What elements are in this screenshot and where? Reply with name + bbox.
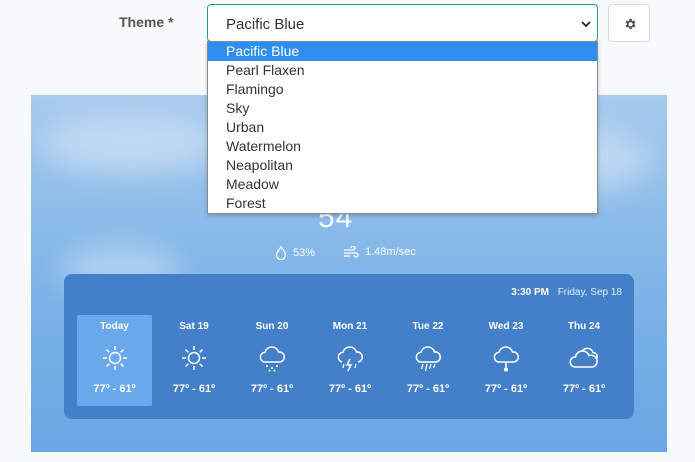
snow-cloud-icon xyxy=(259,346,286,372)
theme-option[interactable]: Meadow xyxy=(208,175,597,194)
day-name: Mon 21 xyxy=(332,321,368,332)
forecast-day[interactable]: Mon 21 77º - 61º xyxy=(311,315,389,406)
theme-option[interactable]: Urban xyxy=(208,118,597,137)
rain-cloud-icon xyxy=(415,346,442,372)
humidity-value: 53% xyxy=(293,247,316,259)
cloudy-icon xyxy=(569,347,598,368)
theme-option[interactable]: Forest xyxy=(208,194,597,213)
temp-range: 77º - 61º xyxy=(172,383,216,395)
forecast-days: Today 77º - 61º Sat 19 77º - 61º Sun 20 xyxy=(77,315,623,406)
temp-range: 77º - 61º xyxy=(562,383,606,395)
day-name: Wed 23 xyxy=(488,321,524,332)
sun-icon xyxy=(102,346,127,370)
forecast-panel: 3:30 PM Friday, Sep 18 Today 77º - 61º S… xyxy=(64,274,634,419)
day-name: Sat 19 xyxy=(179,321,209,332)
humidity: 53% xyxy=(275,246,315,260)
day-name: Thu 24 xyxy=(567,321,601,332)
theme-select[interactable]: Pacific Blue xyxy=(207,4,598,42)
forecast-day[interactable]: Sun 20 77º - 61º xyxy=(233,315,311,406)
sun-icon xyxy=(182,346,206,370)
day-name: Tue 22 xyxy=(412,321,444,332)
day-name: Today xyxy=(100,321,129,332)
forecast-day[interactable]: Today 77º - 61º xyxy=(77,315,152,406)
theme-option[interactable]: Pearl Flaxen xyxy=(208,61,597,80)
current-date: Friday, Sep 18 xyxy=(557,287,622,298)
theme-option[interactable]: Flamingo xyxy=(208,80,597,99)
droplet-icon xyxy=(275,246,287,260)
theme-option[interactable]: Neapolitan xyxy=(208,156,597,175)
theme-dropdown-list[interactable]: Pacific Blue Pearl Flaxen Flamingo Sky U… xyxy=(207,41,598,214)
thunderstorm-icon xyxy=(337,346,364,372)
temp-range: 77º - 61º xyxy=(328,383,372,395)
temp-range: 77º - 61º xyxy=(484,383,528,395)
forecast-day[interactable]: Tue 22 77º - 61º xyxy=(389,315,467,406)
forecast-day[interactable]: Wed 23 77º - 61º xyxy=(467,315,545,406)
current-time: 3:30 PM xyxy=(511,287,549,298)
settings-button[interactable] xyxy=(608,4,650,42)
forecast-day[interactable]: Thu 24 77º - 61º xyxy=(545,315,623,406)
hail-cloud-icon xyxy=(493,346,520,372)
wind-icon xyxy=(344,246,359,258)
gear-icon xyxy=(625,18,636,30)
wind-value: 1.48m/sec xyxy=(365,246,416,258)
forecast-day[interactable]: Sat 19 77º - 61º xyxy=(155,315,233,406)
theme-option[interactable]: Watermelon xyxy=(208,137,597,156)
wind: 1.48m/sec xyxy=(343,246,416,258)
temp-range: 77º - 61º xyxy=(406,383,450,395)
theme-option[interactable]: Sky xyxy=(208,99,597,118)
theme-select-value: Pacific Blue xyxy=(226,16,305,33)
day-name: Sun 20 xyxy=(255,321,289,332)
chevron-down-icon xyxy=(581,21,591,28)
temp-range: 77º - 61º xyxy=(93,383,136,395)
temp-range: 77º - 61º xyxy=(250,383,294,395)
theme-option[interactable]: Pacific Blue xyxy=(208,42,597,61)
theme-label: Theme * xyxy=(119,14,174,30)
